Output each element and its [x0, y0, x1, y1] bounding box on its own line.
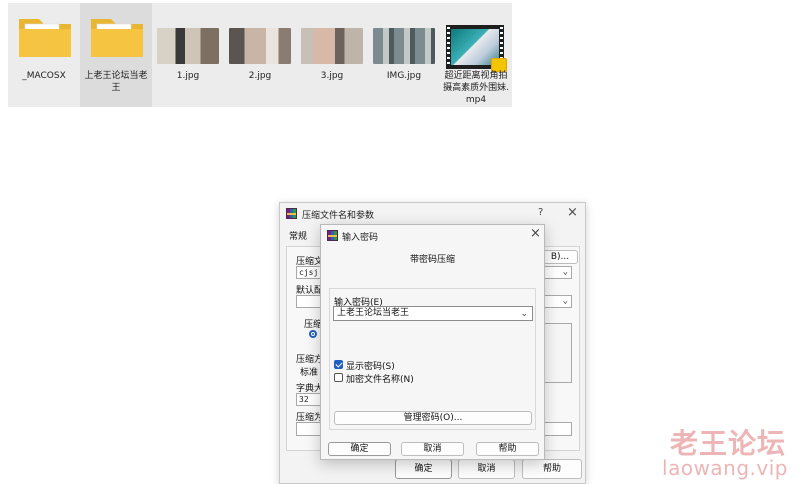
- help-button[interactable]: 帮助: [522, 459, 582, 479]
- dialog-title: 输入密码: [342, 233, 379, 243]
- cancel-button[interactable]: 取消: [458, 459, 515, 479]
- password-button-partial[interactable]: [542, 422, 572, 436]
- close-icon[interactable]: ×: [567, 205, 578, 220]
- help-icon[interactable]: ?: [538, 207, 543, 218]
- chevron-down-icon: ⌄: [562, 296, 568, 306]
- format-rar-radio[interactable]: [309, 330, 317, 338]
- chevron-down-icon[interactable]: ⌄: [520, 308, 528, 321]
- winrar-icon: [286, 208, 297, 219]
- ok-button[interactable]: 确定: [328, 442, 391, 456]
- image-thumbnail: [373, 28, 435, 64]
- profile-button[interactable]: [296, 295, 322, 308]
- file-name: 1.jpg: [176, 71, 200, 81]
- folder-icon: [91, 19, 143, 57]
- password-value: 上老王论坛当老王: [337, 308, 410, 318]
- video-thumbnail: [446, 25, 507, 72]
- title-bar: 压缩文件名和参数 ? ×: [280, 203, 585, 223]
- file-item-img-jpg[interactable]: IMG.jpg: [368, 3, 440, 107]
- tab-general[interactable]: 常规: [286, 229, 323, 246]
- winrar-icon: [327, 230, 338, 241]
- cancel-button[interactable]: 取消: [401, 442, 464, 456]
- image-thumbnail: [229, 28, 291, 64]
- dictionary-size-dropdown[interactable]: 32: [296, 393, 322, 406]
- file-item-video-mp4[interactable]: 超近距离视角拍摄高素质外围妹.mp4: [440, 3, 512, 107]
- method-value[interactable]: 标准: [300, 365, 322, 378]
- image-thumbnail: [157, 28, 219, 64]
- dialog-title: 压缩文件名和参数: [302, 211, 375, 221]
- dialog-heading: 带密码压缩: [409, 255, 455, 265]
- image-thumbnail: [301, 28, 363, 64]
- help-button[interactable]: 帮助: [476, 442, 539, 456]
- method-label: 压缩方: [296, 355, 320, 365]
- file-item-3-jpg[interactable]: 3.jpg: [296, 3, 368, 107]
- password-input[interactable]: 上老王论坛当老王 ⌄: [333, 306, 533, 321]
- ok-button[interactable]: 确定: [395, 459, 452, 479]
- file-name: _MACOSX: [22, 71, 66, 81]
- encrypt-filenames-label[interactable]: 加密文件名称(N): [346, 372, 414, 385]
- file-item-2-jpg[interactable]: 2.jpg: [224, 3, 296, 107]
- enter-password-dialog: 输入密码 × 带密码压缩 输入密码(E) 上老王论坛当老王 ⌄ 显示密码(S) …: [320, 224, 545, 460]
- close-icon[interactable]: ×: [530, 226, 541, 241]
- update-mode-dropdown[interactable]: ⌄: [542, 295, 572, 308]
- file-name: IMG.jpg: [386, 71, 422, 81]
- archive-name-dropdown[interactable]: ⌄: [542, 266, 572, 279]
- browse-button[interactable]: B)...: [542, 250, 578, 264]
- options-group: [542, 323, 572, 383]
- file-item-macosx[interactable]: _MACOSX: [8, 3, 80, 107]
- split-volume-input[interactable]: [296, 422, 322, 436]
- file-name: 超近距离视角拍摄高素质外围妹.mp4: [443, 71, 509, 105]
- file-name: 3.jpg: [320, 71, 344, 81]
- chevron-down-icon: ⌄: [562, 267, 568, 277]
- file-name: 上老王论坛当老王: [84, 71, 148, 93]
- show-password-checkbox[interactable]: [334, 360, 343, 369]
- watermark-en: laowang.vip: [662, 456, 788, 480]
- file-item-laowang-folder[interactable]: 上老王论坛当老王: [80, 3, 152, 107]
- folder-icon: [19, 19, 71, 57]
- manage-passwords-button[interactable]: 管理密码(O)...: [334, 411, 532, 425]
- encrypt-filenames-checkbox[interactable]: [334, 373, 343, 382]
- show-password-label[interactable]: 显示密码(S): [346, 359, 395, 372]
- file-item-1-jpg[interactable]: 1.jpg: [152, 3, 224, 107]
- file-name: 2.jpg: [248, 71, 272, 81]
- archive-name-input[interactable]: cjsj.r: [296, 266, 322, 279]
